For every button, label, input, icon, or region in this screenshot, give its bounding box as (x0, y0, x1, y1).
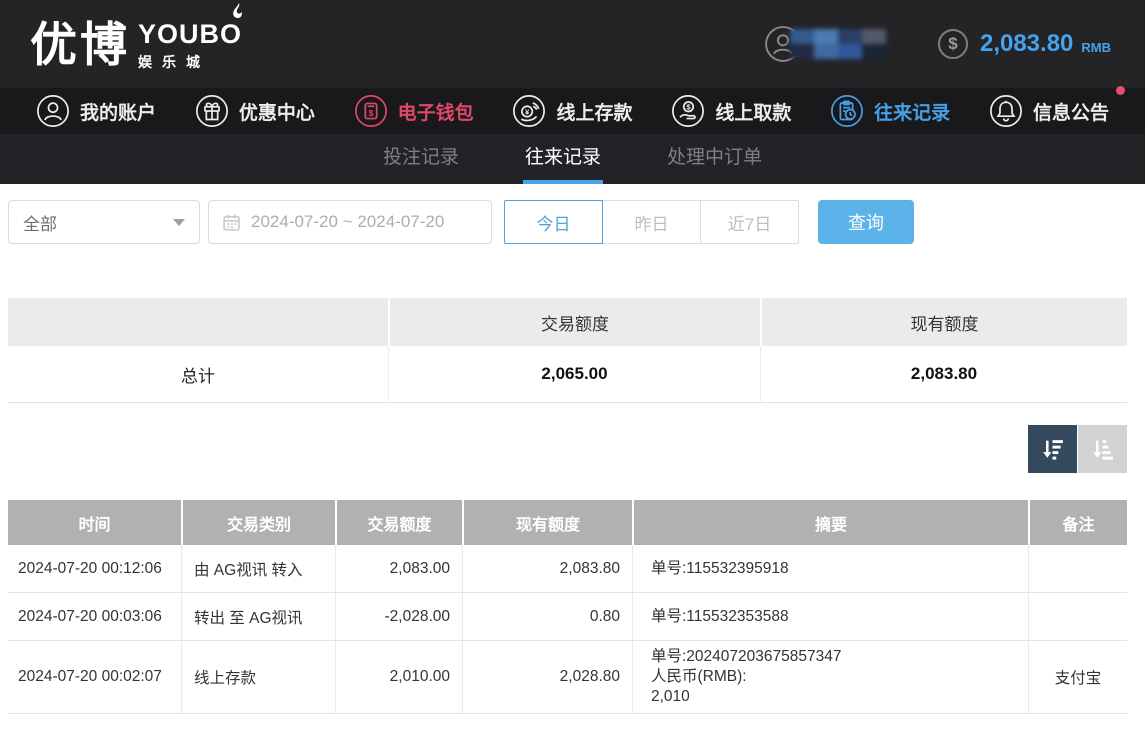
cell-summary: 单号:115532395918 (632, 545, 1028, 593)
date-range-value: 2024-07-20 ~ 2024-07-20 (251, 212, 444, 232)
withdraw-icon: $ (671, 94, 705, 128)
table-row: 2024-07-20 00:12:06 由 AG视讯 转入 2,083.00 2… (8, 545, 1127, 593)
nav-item-online-deposit[interactable]: ¥ 线上存款 (512, 94, 632, 128)
cell-type: 线上存款 (181, 641, 335, 714)
chevron-down-icon (173, 219, 185, 226)
cell-amount: 2,083.00 (335, 545, 462, 593)
col-header-type: 交易类别 (181, 500, 335, 545)
cell-amount: -2,028.00 (335, 593, 462, 641)
logo-chinese: 优博 (30, 21, 130, 68)
cell-balance: 2,028.80 (462, 641, 632, 714)
col-header-summary: 摘要 (632, 500, 1028, 545)
tab-pending-orders[interactable]: 处理中订单 (665, 134, 764, 184)
balance-currency: RMB (1081, 34, 1111, 55)
content-area: 全部 2024-07-20 ~ 2024-07-20 今日 昨日 近7日 查询 … (0, 184, 1145, 714)
type-select-value: 全部 (23, 210, 57, 235)
quick-date-buttons: 今日 昨日 近7日 (504, 200, 799, 244)
summary-header-balance: 现有额度 (760, 298, 1127, 346)
nav-item-online-withdrawal[interactable]: $ 线上取款 (671, 94, 791, 128)
summary-balance-total: 2,083.80 (760, 346, 1127, 403)
gift-icon (195, 94, 229, 128)
account-balance[interactable]: $ 2,083.80 RMB (938, 29, 1111, 59)
nav-item-announcements[interactable]: 信息公告 (989, 94, 1109, 128)
user-icon (36, 94, 70, 128)
today-button[interactable]: 今日 (504, 200, 603, 244)
cell-time: 2024-07-20 00:03:06 (8, 593, 181, 641)
summary-header-empty (8, 298, 388, 346)
sort-controls (8, 425, 1127, 473)
cell-balance: 0.80 (462, 593, 632, 641)
last-7-days-button[interactable]: 近7日 (700, 200, 799, 244)
logo-subtitle: 娱乐城 (138, 52, 242, 72)
svg-text:¥: ¥ (525, 107, 530, 116)
main-navigation: 我的账户 优惠中心 $ 电子钱包 ¥ 线上存款 $ 线上取款 (0, 88, 1145, 134)
table-row: 2024-07-20 00:02:07 线上存款 2,010.00 2,028.… (8, 641, 1127, 714)
tab-betting-records[interactable]: 投注记录 (381, 134, 461, 184)
dollar-coin-icon: $ (938, 29, 968, 59)
cell-note (1028, 593, 1127, 641)
cell-note: 支付宝 (1028, 641, 1127, 714)
record-tabs: 投注记录 往来记录 处理中订单 (0, 134, 1145, 184)
cell-balance: 2,083.80 (462, 545, 632, 593)
nav-item-my-account[interactable]: 我的账户 (36, 94, 156, 128)
table-row: 2024-07-20 00:03:06 转出 至 AG视讯 -2,028.00 … (8, 593, 1127, 641)
records-header-row: 时间 交易类别 交易额度 现有额度 摘要 备注 (8, 500, 1127, 545)
nav-item-promotions[interactable]: 优惠中心 (195, 94, 315, 128)
sort-ascending-button[interactable] (1078, 425, 1127, 473)
nav-item-e-wallet[interactable]: $ 电子钱包 (354, 94, 474, 128)
type-select[interactable]: 全部 (8, 200, 200, 244)
sort-ascending-icon (1089, 436, 1116, 463)
col-header-time: 时间 (8, 500, 181, 545)
balance-amount: 2,083.80 (980, 30, 1073, 58)
yesterday-button[interactable]: 昨日 (602, 200, 701, 244)
flame-icon (230, 3, 246, 23)
top-header-bar: 优博 YOUBO 娱乐城 $ 2,083.80 RMB (0, 0, 1145, 88)
deposit-icon: ¥ (512, 94, 546, 128)
bell-icon (989, 94, 1023, 128)
user-account[interactable] (764, 25, 886, 63)
filter-row: 全部 2024-07-20 ~ 2024-07-20 今日 昨日 近7日 查询 (8, 200, 1127, 244)
site-logo[interactable]: 优博 YOUBO 娱乐城 (30, 16, 242, 73)
notification-dot (1116, 86, 1125, 95)
censored-username (790, 29, 886, 59)
cell-summary: 单号:115532353588 (632, 593, 1028, 641)
summary-trade-total: 2,065.00 (388, 346, 760, 403)
cell-amount: 2,010.00 (335, 641, 462, 714)
nav-item-transaction-records[interactable]: 往来记录 (830, 94, 950, 128)
col-header-amount: 交易额度 (335, 500, 462, 545)
cell-time: 2024-07-20 00:12:06 (8, 545, 181, 593)
summary-header-trade: 交易额度 (388, 298, 760, 346)
sort-descending-button[interactable] (1028, 425, 1077, 473)
col-header-balance: 现有额度 (462, 500, 632, 545)
cell-note (1028, 545, 1127, 593)
col-header-note: 备注 (1028, 500, 1127, 545)
summary-header-row: 交易额度 现有额度 (8, 298, 1127, 346)
cell-type: 转出 至 AG视讯 (181, 593, 335, 641)
svg-text:$: $ (368, 108, 373, 118)
logo-english: YOUBO (138, 20, 242, 50)
cell-time: 2024-07-20 00:02:07 (8, 641, 181, 714)
records-table: 时间 交易类别 交易额度 现有额度 摘要 备注 2024-07-20 00:12… (8, 500, 1127, 714)
wallet-icon: $ (354, 94, 388, 128)
query-button[interactable]: 查询 (818, 200, 914, 244)
summary-table: 交易额度 现有额度 总计 2,065.00 2,083.80 (8, 298, 1127, 403)
date-range-input[interactable]: 2024-07-20 ~ 2024-07-20 (208, 200, 492, 244)
cell-summary: 单号:202407203675857347 人民币(RMB): 2,010 (632, 641, 1028, 714)
summary-total-label: 总计 (8, 346, 388, 403)
calendar-icon (222, 213, 241, 232)
records-icon (830, 94, 864, 128)
cell-type: 由 AG视讯 转入 (181, 545, 335, 593)
tab-transaction-records[interactable]: 往来记录 (523, 134, 603, 184)
sort-descending-icon (1039, 436, 1066, 463)
summary-total-row: 总计 2,065.00 2,083.80 (8, 346, 1127, 403)
